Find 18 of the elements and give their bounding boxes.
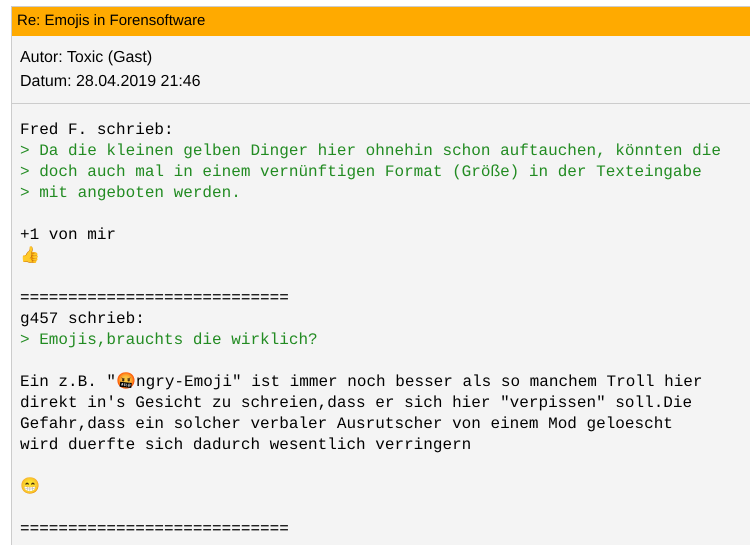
body-line: g457 schrieb: — [20, 310, 145, 328]
quoted-line: > mit angeboten werden. — [20, 184, 241, 202]
post-subject: Re: Emojis in Forensoftware — [12, 7, 750, 36]
post-meta: Datum: 28.04.2019 21:46 — [20, 72, 202, 92]
body-line: ============================ — [20, 520, 289, 538]
quoted-line: > Emojis,brauchts die wirklich? — [20, 331, 318, 349]
quoted-line: > Da die kleinen gelben Dinger hier ohnehin schon auftauchen, könnten die — [20, 142, 721, 160]
body-line: ============================ — [20, 289, 289, 307]
body-line: wird duerfte sich dadurch wesentlich verringern — [20, 436, 472, 454]
body-line: 👍 — [20, 247, 40, 265]
body-line: direkt in's Gesicht zu schreien,dass er sich hier "verpissen" soll.Die — [20, 394, 692, 412]
body-line: Gefahr,dass ein solcher verbaler Ausrutscher von einem Mod geloescht — [20, 415, 673, 433]
body-line: 😁 — [20, 478, 40, 496]
body-line: Fred F. schrieb: — [20, 121, 174, 139]
body-line: +1 von mir — [20, 226, 116, 244]
post-meta: Autor: Toxic (Gast) — [20, 48, 154, 68]
quoted-line: > doch auch mal in einem vernünftigen Format (Größe) in der Texteingabe — [20, 163, 702, 181]
body-line: Ein z.B. "🤬ngry-Emoji" ist immer noch besser als so manchem Troll hier — [20, 373, 703, 391]
